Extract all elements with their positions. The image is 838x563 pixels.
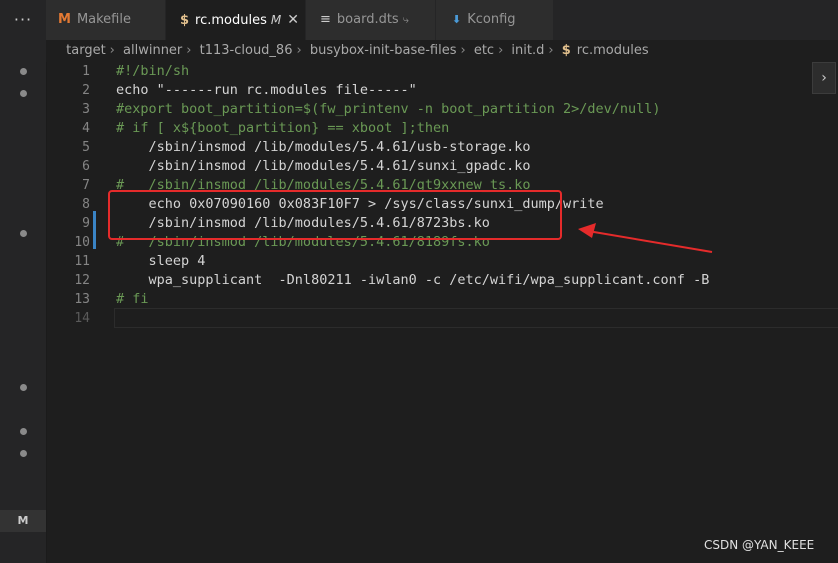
modified-indicator: M [270, 13, 282, 27]
code-line: 6 /sbin/insmod /lib/modules/5.4.61/sunxi… [46, 157, 838, 176]
tab-rc-modules[interactable]: $ rc.modules M ✕ [166, 0, 306, 40]
indicator-dot [20, 68, 27, 75]
code-text: sleep 4 [116, 253, 206, 269]
kconfig-icon: ⬇ [452, 13, 462, 26]
code-text: # fi [116, 291, 149, 307]
line-number: 8 [82, 197, 90, 212]
code-line: 4 # if [ x${boot_partition} == xboot ];t… [46, 119, 838, 138]
tab-label: Kconfig [467, 12, 516, 27]
indicator-dot [20, 90, 27, 97]
line-number: 7 [82, 178, 90, 193]
activity-bar [0, 0, 47, 563]
modified-badge: M [0, 510, 46, 532]
code-line: 3 #export boot_partition=$(fw_printenv -… [46, 100, 838, 119]
breadcrumb-segment[interactable]: target [66, 40, 106, 62]
breadcrumb-segment[interactable]: init.d [511, 40, 544, 62]
line-number: 2 [82, 83, 90, 98]
chevron-right-icon: › [109, 43, 115, 58]
line-number: 4 [82, 121, 90, 136]
breadcrumb-segment[interactable]: allwinner [123, 40, 182, 62]
code-line: 13 # fi [46, 290, 838, 309]
line-number: 6 [82, 159, 90, 174]
breadcrumb-segment[interactable]: etc [474, 40, 494, 62]
code-text: # if [ x${boot_partition} == xboot ];the… [116, 120, 450, 136]
tab-kconfig[interactable]: ⬇ Kconfig [436, 0, 554, 40]
code-line: 14 [46, 309, 838, 328]
line-number: 9 [82, 216, 90, 231]
code-line: 5 /sbin/insmod /lib/modules/5.4.61/usb-s… [46, 138, 838, 157]
tab-makefile[interactable]: M Makefile [46, 0, 166, 40]
text-file-icon: ≡ [320, 12, 331, 27]
shell-script-icon: $ [180, 13, 190, 28]
code-text: /sbin/insmod /lib/modules/5.4.61/sunxi_g… [116, 158, 531, 174]
chevron-right-icon: › [548, 43, 554, 58]
tab-board-dts[interactable]: ≡ board.dts ⤷ [306, 0, 436, 40]
line-number: 13 [74, 292, 90, 307]
indicator-dot [20, 230, 27, 237]
line-number: 3 [82, 102, 90, 117]
close-icon[interactable]: ✕ [287, 12, 299, 28]
annotation-highlight-box [108, 190, 562, 240]
line-number: 11 [74, 254, 90, 269]
code-line: 2 echo "------run rc.modules file-----" [46, 81, 838, 100]
tab-label: Makefile [76, 12, 131, 27]
makefile-icon: M [58, 12, 71, 27]
line-number: 12 [74, 273, 90, 288]
annotation-arrow [578, 223, 713, 253]
chevron-right-icon: › [460, 43, 466, 58]
tab-bar: ··· M Makefile $ rc.modules M ✕ ≡ board.dts ⤷ … [0, 0, 838, 40]
watermark: CSDN @YAN_KEEE [704, 538, 815, 552]
code-text: wpa_supplicant -Dnl80211 -iwlan0 -c /etc… [116, 272, 710, 288]
breadcrumb: target › allwinner › t113-cloud_86 › busybo… [46, 40, 838, 62]
breadcrumb-file-label: rc.modules [576, 43, 649, 58]
code-text: /sbin/insmod /lib/modules/5.4.61/usb-sto… [116, 139, 531, 155]
line-number: 14 [74, 311, 90, 326]
indicator-dot [20, 428, 27, 435]
symlink-icon: ⤷ [402, 13, 409, 26]
code-line: 1 #!/bin/sh [46, 62, 838, 81]
code-line: 12 wpa_supplicant -Dnl80211 -iwlan0 -c /… [46, 271, 838, 290]
code-text: #!/bin/sh [116, 63, 190, 79]
line-number: 1 [82, 64, 90, 79]
breadcrumb-segment[interactable]: t113-cloud_86 [200, 40, 293, 62]
indicator-dot [20, 384, 27, 391]
chevron-right-icon: › [296, 43, 302, 58]
code-editor[interactable]: 1 #!/bin/sh 2 echo "------run rc.modules… [46, 62, 838, 563]
tab-label: rc.modules [195, 13, 267, 28]
breadcrumb-current-file[interactable]: $ rc.modules [562, 40, 649, 62]
indicator-dot [20, 450, 27, 457]
shell-script-icon: $ [561, 43, 571, 58]
code-text: echo "------run rc.modules file-----" [116, 82, 417, 98]
tab-label: board.dts [336, 12, 399, 27]
more-actions-icon[interactable]: ··· [0, 0, 46, 40]
line-number: 10 [74, 235, 90, 250]
line-number: 5 [82, 140, 90, 155]
chevron-right-icon: › [498, 43, 504, 58]
chevron-right-icon: › [186, 43, 192, 58]
breadcrumb-segment[interactable]: busybox-init-base-files [310, 40, 457, 62]
arrow-shaft [587, 230, 713, 253]
code-text: #export boot_partition=$(fw_printenv -n … [116, 101, 661, 117]
arrow-head [578, 223, 596, 238]
